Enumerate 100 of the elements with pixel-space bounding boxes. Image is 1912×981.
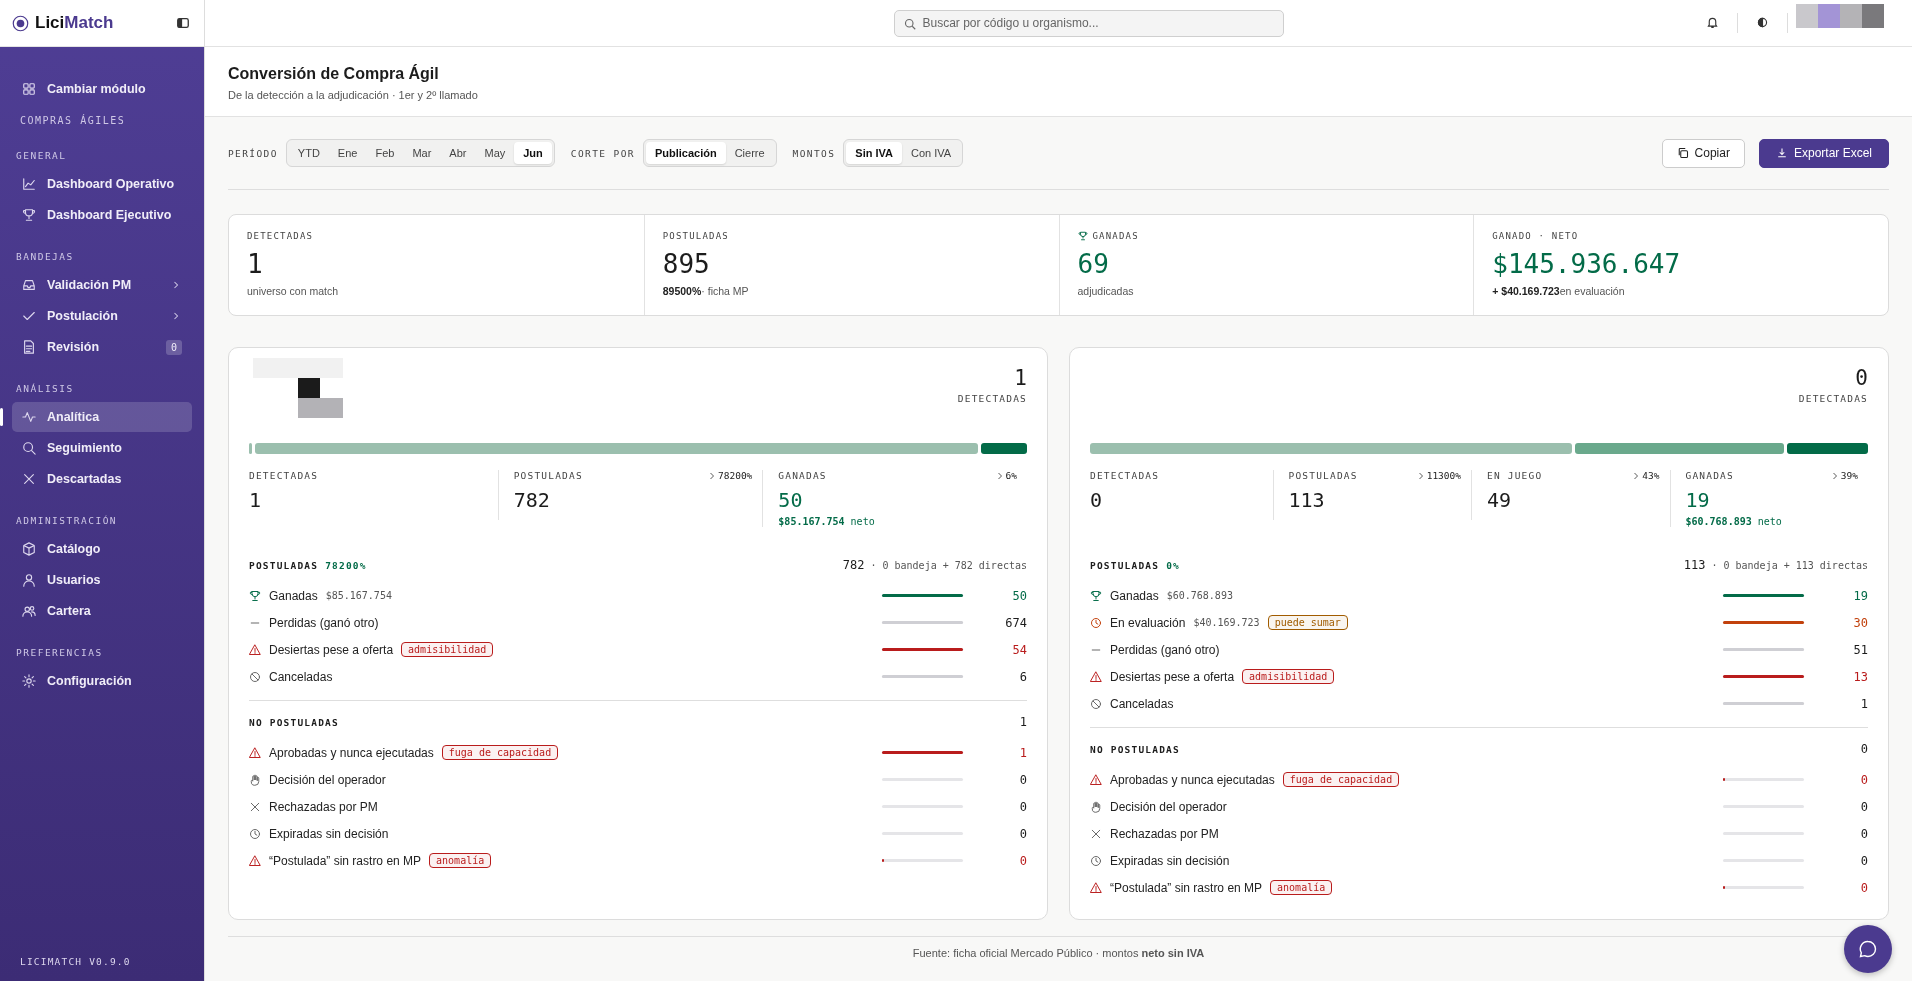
group-count: 782 (842, 558, 865, 572)
total-label: DETECTADAS (1798, 393, 1868, 404)
kpi-value: 69 (1077, 249, 1110, 279)
total-count: 1 (1013, 366, 1027, 390)
prohibited-icon (249, 670, 261, 683)
nav-item[interactable]: Validación PM (12, 270, 192, 300)
chevron-right-icon (996, 471, 1003, 480)
group-detail: · 0 bandeja + 782 directas (870, 560, 1027, 571)
row-label: En evaluación (1110, 615, 1186, 630)
warning-icon (249, 746, 261, 759)
group-detail: · 0 bandeja + 113 directas (1711, 560, 1868, 571)
segment-option[interactable]: YTD (288, 142, 329, 164)
row-label: Decisión del operador (1110, 799, 1227, 814)
settings-icon (22, 674, 36, 688)
row-value: 50 (1011, 588, 1027, 603)
row-label: Expiradas sin decisión (269, 826, 389, 841)
warning-icon (1090, 670, 1102, 683)
row-label: Aprobadas y nunca ejecutadas (269, 745, 434, 760)
group-title: NO POSTULADAS (249, 717, 339, 728)
segment-option[interactable]: Ene (328, 142, 367, 164)
copy-button[interactable]: Copiar (1661, 138, 1745, 168)
kpi-label: DETECTADAS (247, 231, 314, 241)
section-title: ANÁLISIS (15, 382, 75, 396)
hand-icon (249, 773, 261, 786)
stage-value: 782 (513, 488, 551, 512)
user-icon (22, 573, 36, 587)
row-label: Ganadas (1110, 588, 1159, 603)
row-value: 0 (1859, 772, 1868, 787)
row-label: Desiertas pese a oferta (269, 642, 394, 657)
stage-label: DETECTADAS (1090, 470, 1160, 481)
group-title: POSTULADAS 78200% (249, 560, 367, 571)
row-label: Canceladas (269, 669, 333, 684)
chat-icon (1858, 939, 1878, 959)
segment-option[interactable]: Publicación (645, 142, 726, 164)
section-title: BANDEJAS (15, 250, 75, 264)
conversion-rate: 78200% (718, 470, 753, 481)
segment-option[interactable]: Feb (366, 142, 404, 164)
nav-item[interactable]: Catálogo (12, 534, 192, 564)
segment-option[interactable]: Jun (514, 142, 552, 164)
row-value: 19 (1852, 588, 1868, 603)
nav-item[interactable]: Postulación (12, 301, 192, 331)
bell-icon[interactable] (1706, 16, 1719, 29)
segment-option[interactable]: Cierre (725, 142, 774, 164)
trophy-icon (1077, 231, 1088, 241)
section-title: PREFERENCIAS (15, 646, 104, 660)
status-tag: fuga de capacidad (1282, 772, 1400, 787)
nav-item[interactable]: Revisión 0 (12, 332, 192, 362)
row-value: 0 (1859, 880, 1868, 895)
check-icon (22, 309, 36, 323)
warning-icon (249, 854, 261, 867)
export-button[interactable]: Exportar Excel (1758, 138, 1889, 168)
row-label: “Postulada” sin rastro en MP (1110, 880, 1263, 895)
filter-label: MONTOS (792, 147, 836, 159)
copy-icon (1676, 147, 1689, 159)
nav-item[interactable]: Seguimiento (12, 433, 192, 463)
grid-icon (22, 82, 36, 96)
row-value: 0 (1018, 799, 1027, 814)
download-icon (1775, 147, 1788, 159)
row-label: Aprobadas y nunca ejecutadas (1110, 772, 1275, 787)
nav-item[interactable]: Cartera (12, 596, 192, 626)
clock-icon (1090, 854, 1102, 867)
segment-option[interactable]: Con IVA (902, 142, 961, 164)
nav-item[interactable]: Dashboard Operativo (12, 169, 192, 199)
row-value: 0 (1859, 826, 1868, 841)
nav-item[interactable]: Cambiar módulo (12, 74, 192, 104)
page-subtitle: De la detección a la adjudicación · 1er y 2º llamado (228, 89, 479, 101)
stage-label: POSTULADAS (513, 470, 583, 481)
filter-label: PERÍODO (228, 147, 278, 159)
close-icon (22, 472, 36, 486)
segment-option[interactable]: Mar (403, 142, 441, 164)
stage-label: DETECTADAS (249, 470, 319, 481)
search-icon (22, 441, 36, 455)
section-title: GENERAL (15, 149, 68, 163)
version-label: LICIMATCH V0.9.0 (19, 956, 132, 969)
footer-note: Fuente: ficha oficial Mercado Público · montos neto sin IVA (912, 947, 1205, 959)
nav-item[interactable]: Descartadas (12, 464, 192, 494)
warning-icon (249, 643, 261, 656)
total-label: DETECTADAS (957, 393, 1027, 404)
sidebar-toggle-icon[interactable] (176, 16, 190, 30)
status-tag: anomalía (429, 853, 492, 868)
chat-button[interactable] (1844, 925, 1892, 973)
nav-item[interactable]: Analítica (12, 402, 192, 432)
kpi-note: universo con match (247, 285, 340, 297)
stage-label: POSTULADAS (1288, 470, 1358, 481)
row-value: 674 (1004, 615, 1027, 630)
trophy-icon (249, 589, 261, 602)
nav-item[interactable]: Configuración (12, 666, 192, 696)
row-label: Decisión del operador (269, 772, 386, 787)
theme-toggle-icon[interactable] (1756, 16, 1769, 29)
search-field[interactable]: Buscar por código u organismo... (893, 9, 1284, 37)
kpi-value: 1 (247, 249, 264, 279)
pulse-icon (22, 410, 36, 424)
segment-option[interactable]: Abr (440, 142, 476, 164)
kpi-label: POSTULADAS (662, 231, 729, 241)
row-label: “Postulada” sin rastro en MP (269, 853, 422, 868)
segment-option[interactable]: Sin IVA (846, 142, 902, 164)
nav-item[interactable]: Dashboard Ejecutivo (12, 200, 192, 230)
segment-option[interactable]: May (475, 142, 515, 164)
page-title: Conversión de Compra Ágil (228, 65, 440, 83)
nav-item[interactable]: Usuarios (12, 565, 192, 595)
